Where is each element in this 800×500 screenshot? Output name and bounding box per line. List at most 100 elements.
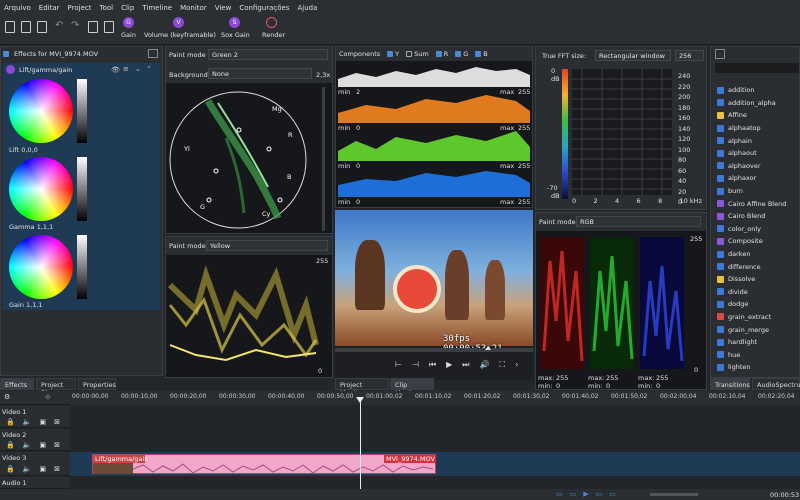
lift-luma-slider[interactable] [77, 79, 87, 143]
mute-icon[interactable]: 🔈 [23, 441, 32, 449]
effect-item[interactable]: alphaxor [713, 172, 799, 185]
redo-icon[interactable]: ↷ [71, 20, 79, 31]
effect-item[interactable]: difference [713, 260, 799, 273]
effect-collapse-icon[interactable]: ⌄ [135, 65, 141, 73]
vectorscope-background-select[interactable]: None [208, 68, 312, 79]
check-sum[interactable]: Sum [406, 50, 429, 58]
effect-item[interactable]: alphaout [713, 147, 799, 160]
vectorscope-paint-mode-select[interactable]: Green 2 [208, 49, 328, 60]
effect-item[interactable]: alphain [713, 134, 799, 147]
effect-menu-icon[interactable]: ≡ [123, 65, 129, 73]
fft-size-select[interactable]: 256 [675, 50, 704, 61]
more-icon[interactable]: › [515, 360, 518, 370]
open-file-icon[interactable] [21, 21, 31, 33]
effect-item[interactable]: darken [713, 248, 799, 261]
effect-item[interactable]: addition [713, 84, 799, 97]
effect-item[interactable]: grain_extract [713, 311, 799, 324]
lock-icon[interactable]: 🔒 [6, 465, 15, 473]
set-out-icon[interactable]: ⊣ [412, 360, 419, 370]
menu-project[interactable]: Project [68, 4, 92, 12]
effects-list-menu-icon[interactable] [715, 49, 725, 59]
effect-item[interactable]: hardlight [713, 336, 799, 349]
vectorscope-gain-slider[interactable] [322, 87, 325, 231]
effect-item[interactable]: color_only [713, 223, 799, 236]
effect-item[interactable]: Composite [713, 235, 799, 248]
effect-item[interactable]: Cairo Blend [713, 210, 799, 223]
gain-color-wheel[interactable] [9, 235, 73, 299]
check-y[interactable]: Y [387, 50, 399, 58]
effects-enable-checkbox[interactable] [3, 51, 9, 57]
fullscreen-icon[interactable]: ⛶ [499, 360, 505, 370]
monitor-scrubber[interactable] [335, 346, 533, 352]
rgb-paint-mode-select[interactable]: RGB [576, 216, 701, 227]
render-label[interactable]: Render [262, 31, 285, 39]
timeline-clip[interactable]: Lift/gamma/gain MVI_9974.MOV [92, 454, 436, 474]
menu-ajuda[interactable]: Ajuda [297, 4, 317, 12]
lift-color-wheel[interactable] [9, 79, 73, 143]
status-icon-3[interactable]: ▶ [583, 490, 588, 498]
gain-icon[interactable]: G [123, 17, 134, 28]
timeline-snap-icon[interactable]: ⊹ [45, 393, 51, 401]
forward-icon[interactable]: ⏭ [462, 360, 469, 370]
sox-gain-icon[interactable]: S [229, 17, 240, 28]
lock-icon[interactable]: 🔒 [6, 418, 15, 426]
effect-item[interactable]: Dissolve [713, 273, 799, 286]
save-icon[interactable] [37, 21, 47, 33]
menu-arquivo[interactable]: Arquivo [4, 4, 31, 12]
status-icon-2[interactable]: ▭ [570, 490, 577, 498]
effect-item[interactable]: dodge [713, 298, 799, 311]
effect-item[interactable]: grain_merge [713, 323, 799, 336]
status-icon-5[interactable]: ▭ [609, 490, 616, 498]
set-in-icon[interactable]: ⊢ [395, 360, 402, 370]
rewind-icon[interactable]: ⏮ [429, 360, 436, 370]
status-icon-4[interactable]: ▭ [596, 490, 603, 498]
menu-configuracoes[interactable]: Configurações [239, 4, 289, 12]
paste-icon[interactable] [104, 21, 114, 33]
sox-gain-label[interactable]: Sox Gain [221, 31, 250, 39]
effect-item[interactable]: lighten [713, 361, 799, 374]
effect-item[interactable]: divide [713, 286, 799, 299]
tab-project-bin[interactable]: Project Bin [36, 378, 76, 397]
effect-item[interactable]: burn [713, 185, 799, 198]
menu-clip[interactable]: Clip [121, 4, 134, 12]
effects-search-input[interactable] [715, 63, 799, 73]
menu-monitor[interactable]: Monitor [180, 4, 207, 12]
effect-visibility-icon[interactable]: 👁 [111, 66, 120, 74]
tab-effects[interactable]: Effects [0, 378, 34, 390]
monitor-playhead-icon[interactable] [485, 346, 491, 350]
effect-item[interactable]: alphaover [713, 160, 799, 173]
check-b[interactable]: B [475, 50, 488, 58]
fft-window-select[interactable]: Rectangular window [595, 50, 671, 61]
tab-audio-spectrum[interactable]: AudioSpectrum [752, 378, 800, 390]
volume-icon-monitor[interactable]: 🔊 [480, 360, 490, 370]
tab-project-monitor[interactable]: Project Monitor [335, 378, 389, 397]
new-file-icon[interactable] [5, 21, 15, 33]
hide-icon[interactable]: ▣ [39, 441, 46, 449]
gamma-color-wheel[interactable] [9, 157, 73, 221]
timeline-playhead[interactable] [360, 399, 361, 489]
play-icon[interactable]: ▶ [446, 360, 452, 370]
timeline-settings-icon[interactable]: ⚙ [4, 393, 10, 401]
volume-label[interactable]: Volume (keyframable) [144, 31, 216, 39]
undo-icon[interactable]: ↶ [55, 20, 63, 31]
menu-timeline[interactable]: Timeline [142, 4, 172, 12]
copy-icon[interactable] [88, 21, 98, 33]
timeline-ruler[interactable]: 00:00:00,00 00:00:10,00 00:00:20,00 00:0… [70, 391, 800, 405]
composite-icon[interactable]: ⊠ [54, 418, 60, 426]
mute-icon[interactable]: 🔈 [23, 465, 32, 473]
effect-expand-icon[interactable]: ⌃ [146, 65, 152, 73]
gain-luma-slider[interactable] [77, 235, 87, 299]
check-g[interactable]: G [455, 50, 468, 58]
lock-icon[interactable]: 🔒 [6, 441, 15, 449]
effect-item[interactable]: hue [713, 348, 799, 361]
effect-item[interactable]: alphaatop [713, 122, 799, 135]
tab-properties[interactable]: Properties [78, 378, 116, 390]
composite-icon[interactable]: ⊠ [54, 465, 60, 473]
waveform-paint-mode-select[interactable]: Yellow [206, 240, 328, 251]
render-icon[interactable] [266, 17, 277, 28]
effect-item[interactable]: addition_alpha [713, 97, 799, 110]
tab-clip-monitor[interactable]: Clip Monitor [390, 378, 434, 397]
menu-editar[interactable]: Editar [39, 4, 60, 12]
mute-icon[interactable]: 🔈 [23, 418, 32, 426]
effect-item[interactable]: Cairo Affine Blend [713, 197, 799, 210]
